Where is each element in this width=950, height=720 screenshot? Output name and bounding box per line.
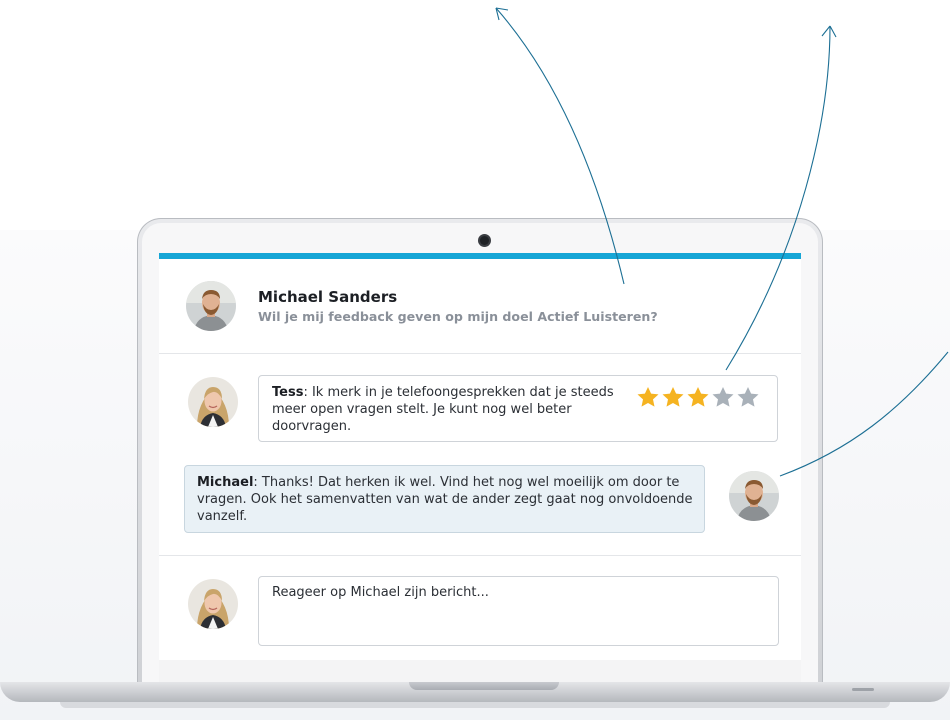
avatar-tess bbox=[188, 377, 238, 427]
avatar-current-user bbox=[188, 579, 238, 629]
comment-tess: Tess: Ik merk in je telefoongesprekken d… bbox=[258, 375, 778, 442]
post-author-name: Michael Sanders bbox=[258, 288, 398, 306]
star-icon[interactable] bbox=[661, 386, 685, 408]
star-rating[interactable] bbox=[636, 386, 760, 408]
comment-body: : Ik merk in je telefoongesprekken dat j… bbox=[272, 385, 614, 434]
post-question: Wil je mij feedback geven op mijn doel A… bbox=[258, 309, 658, 324]
laptop-opening-notch bbox=[409, 682, 559, 690]
divider bbox=[159, 555, 801, 556]
star-empty-icon[interactable] bbox=[736, 386, 760, 408]
comment-michael: Michael: Thanks! Dat herken ik wel. Vind… bbox=[184, 465, 705, 533]
star-icon[interactable] bbox=[636, 386, 660, 408]
star-icon[interactable] bbox=[686, 386, 710, 408]
star-empty-icon[interactable] bbox=[711, 386, 735, 408]
divider bbox=[159, 353, 801, 354]
laptop-base-foot bbox=[60, 702, 890, 708]
webcam bbox=[480, 236, 489, 245]
comment-body: : Thanks! Dat herken ik wel. Vind het no… bbox=[197, 475, 693, 524]
comment-michael-text: Michael: Thanks! Dat herken ik wel. Vind… bbox=[197, 474, 697, 525]
reply-input[interactable] bbox=[258, 576, 779, 646]
avatar-michael-reply bbox=[729, 471, 779, 521]
feedback-app-screen: Michael Sanders Wil je mij feedback geve… bbox=[159, 253, 801, 660]
comment-author: Tess bbox=[272, 385, 304, 400]
comment-tess-text: Tess: Ik merk in je telefoongesprekken d… bbox=[272, 384, 632, 435]
laptop-indicator bbox=[852, 688, 874, 691]
comment-author: Michael bbox=[197, 475, 254, 490]
avatar-michael-header bbox=[186, 281, 236, 331]
